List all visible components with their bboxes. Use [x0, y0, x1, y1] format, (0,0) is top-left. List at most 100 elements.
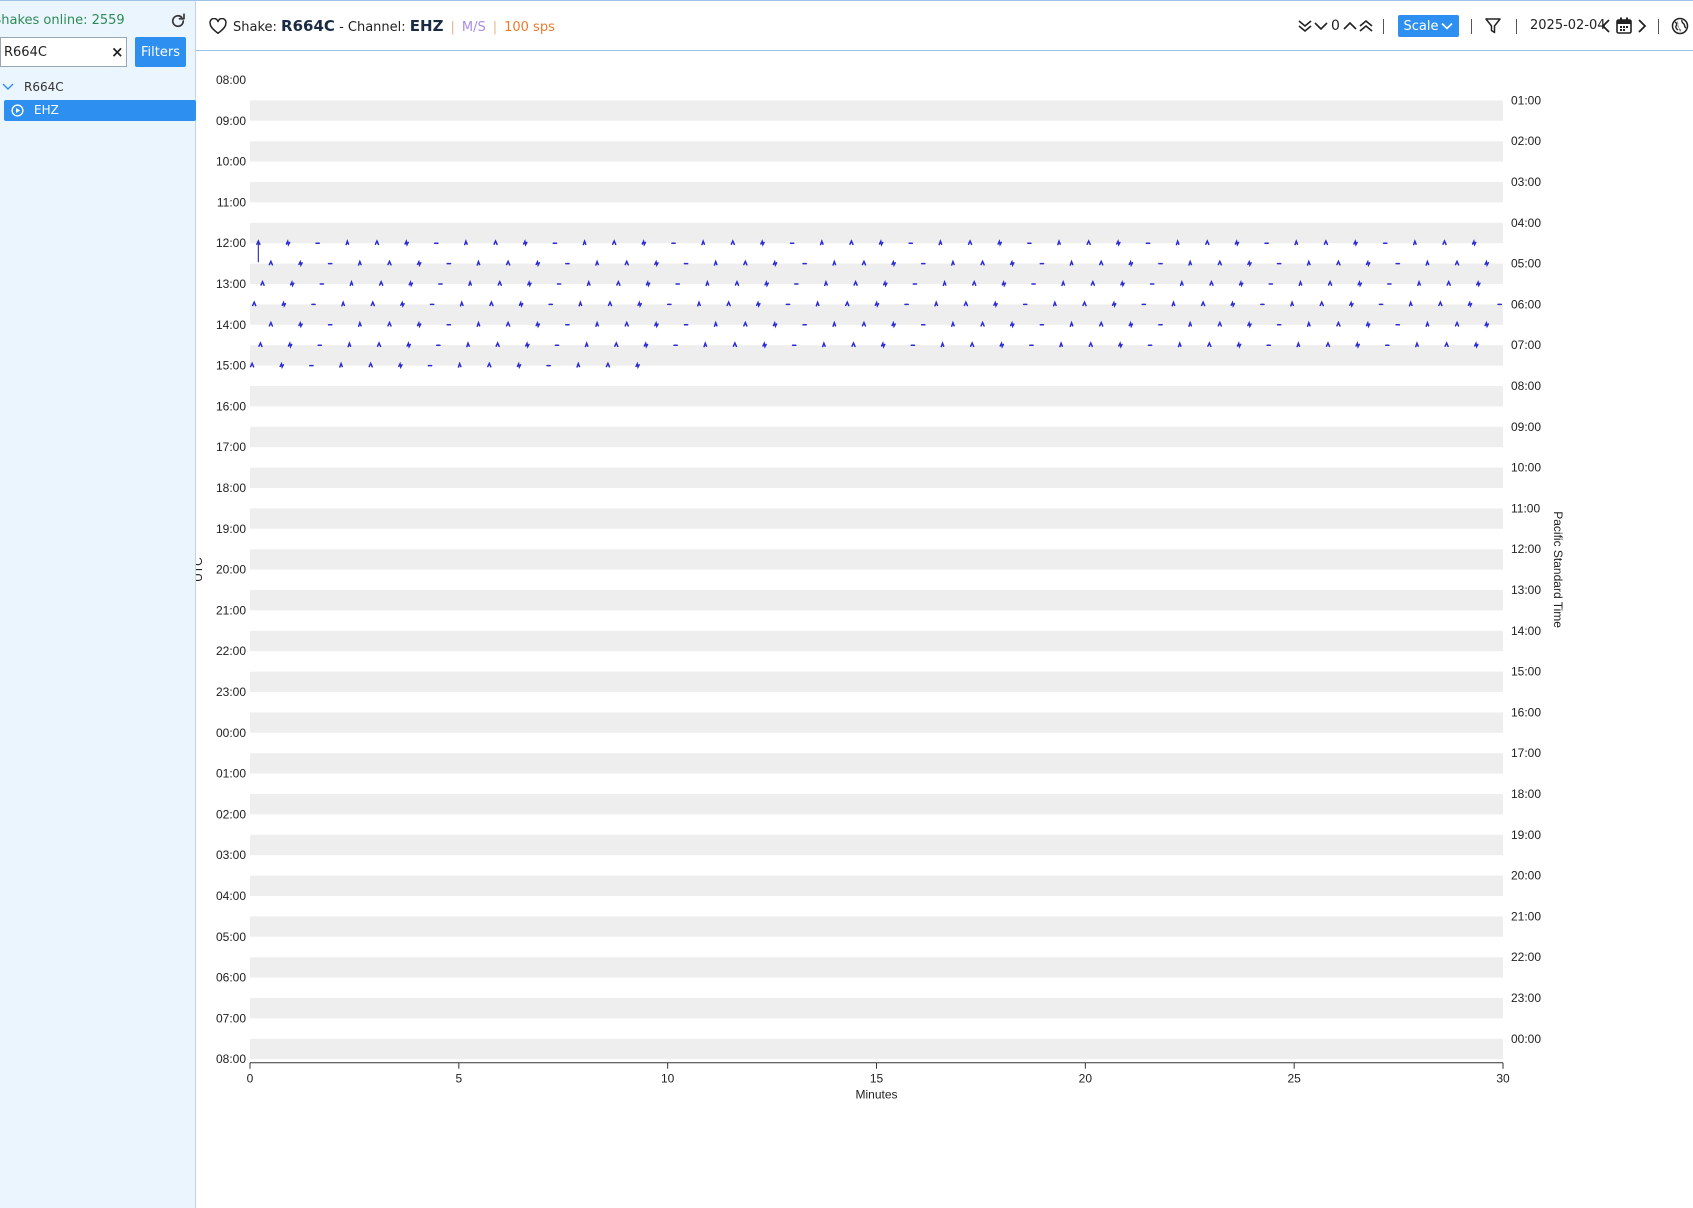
filters-button[interactable]: Filters	[135, 37, 186, 67]
trace-pulse	[345, 239, 350, 246]
row-stripe	[250, 467, 1503, 488]
trace-pulse	[1118, 341, 1123, 349]
local-tick-label: 15:00	[1511, 665, 1541, 679]
trace-pulse	[1128, 320, 1134, 329]
trace-pulse	[287, 341, 293, 349]
trace-pulse	[878, 239, 884, 247]
local-tick-label: 12:00	[1511, 542, 1541, 556]
utc-tick-label: 21:00	[216, 603, 246, 617]
row-stripe	[250, 100, 1503, 121]
shake-prefix: Shake:	[233, 20, 277, 35]
heart-icon[interactable]	[209, 18, 227, 35]
local-tick-label: 19:00	[1511, 828, 1541, 842]
utc-tick-label: 00:00	[216, 726, 246, 740]
trace-pulse	[643, 341, 649, 349]
funnel-icon[interactable]	[1484, 17, 1502, 35]
scale-label: Scale	[1403, 18, 1439, 34]
trace-pulse	[535, 259, 541, 268]
utc-tick-label: 12:00	[216, 236, 246, 250]
trace-pulse	[891, 259, 896, 268]
trace-pulse	[1425, 320, 1430, 327]
row-stripe	[250, 304, 1503, 325]
trace-pulse	[1412, 239, 1417, 246]
chevron-right-icon[interactable]	[1636, 18, 1648, 34]
local-tick-label: 02:00	[1511, 134, 1541, 148]
x-tick-label: 30	[1496, 1072, 1510, 1086]
local-tick-label: 04:00	[1511, 216, 1541, 230]
trace-pulse	[1484, 320, 1490, 329]
trace-pulse	[874, 300, 880, 308]
tree-station-label: R664C	[24, 80, 64, 94]
row-stripe	[250, 263, 1503, 284]
double-chevron-up-icon[interactable]	[1358, 18, 1374, 34]
helicorder-plot: 08:00 09:00 10:00 11:00 12:00 13:00 14:00 15:00…	[196, 52, 1693, 1208]
trace-pulse	[999, 341, 1005, 349]
local-time-axis: 01:00 02:00 03:00 04:00 05:00 06:00 07:00 08:00…	[1511, 93, 1541, 1045]
trace-pulse	[1357, 279, 1363, 288]
tree-item-channel[interactable]: EHZ	[4, 100, 196, 121]
trace-pulse	[1057, 239, 1061, 246]
utc-tick-label: 03:00	[216, 848, 246, 862]
utc-tick-label: 13:00	[216, 277, 246, 291]
scale-dropdown[interactable]: Scale	[1398, 15, 1459, 37]
trace-pulse	[349, 279, 354, 287]
trace-pulse	[938, 239, 943, 246]
refresh-icon[interactable]	[169, 12, 187, 30]
trace-pulse	[516, 361, 522, 370]
trace-pulse	[1365, 259, 1371, 268]
globe-icon[interactable]	[1671, 17, 1689, 35]
helicorder-chart[interactable]: 08:00 09:00 10:00 11:00 12:00 13:00 14:00 15:00…	[196, 52, 1693, 1208]
station-search-input[interactable]	[4, 42, 104, 62]
amplitude-level: 0	[1331, 18, 1340, 34]
trace-pulse	[535, 320, 541, 329]
double-chevron-down-icon[interactable]	[1297, 18, 1313, 34]
utc-tick-label: 08:00	[216, 73, 246, 87]
row-stripe	[250, 426, 1503, 448]
chevron-down-icon[interactable]	[2, 81, 14, 93]
trace-pulse	[1128, 259, 1134, 268]
trace-pulse	[1298, 279, 1303, 287]
tree-item-station[interactable]: R664C	[0, 79, 190, 97]
shakes-online-count: Shakes online: 2559	[0, 13, 125, 28]
row-stripe	[250, 671, 1503, 692]
trace-pulse	[582, 239, 587, 246]
chevron-down-icon[interactable]	[1313, 18, 1329, 34]
row-stripe	[250, 875, 1503, 896]
trace-pulse	[404, 239, 409, 247]
utc-tick-label: 06:00	[216, 971, 246, 985]
calendar-icon[interactable]	[1616, 17, 1632, 34]
x-tick-label: 10	[661, 1072, 675, 1086]
local-axis-title: Pacific Standard Time	[1551, 511, 1565, 628]
chevron-up-icon[interactable]	[1342, 18, 1358, 34]
minutes-axis-title: Minutes	[855, 1088, 897, 1102]
trace-pulse	[942, 279, 947, 287]
trace-pulse	[1294, 239, 1299, 246]
trace-pulse	[950, 320, 955, 327]
trace-pulse	[654, 320, 659, 329]
tree-channel-label: EHZ	[34, 103, 59, 117]
x-tick-label: 5	[455, 1072, 462, 1086]
trace-pulse	[298, 259, 303, 268]
trace-pulse	[832, 320, 837, 327]
local-tick-label: 22:00	[1511, 950, 1541, 964]
local-tick-label: 11:00	[1511, 501, 1540, 515]
trace-pulse	[1353, 239, 1358, 247]
trace-pulse	[457, 361, 462, 368]
trace-pulse	[279, 361, 285, 370]
utc-tick-label: 20:00	[216, 563, 246, 577]
row-stripe	[250, 222, 1503, 244]
utc-tick-label: 16:00	[216, 399, 246, 413]
local-tick-label: 17:00	[1511, 746, 1541, 760]
trace-pulse	[1111, 300, 1117, 308]
close-icon[interactable]: ×	[111, 43, 124, 61]
trace-pulse	[880, 341, 886, 349]
date-display[interactable]: 2025-02-04	[1530, 18, 1606, 33]
units-label: M/S	[461, 20, 486, 35]
toolbar-divider	[1383, 19, 1384, 34]
row-stripe	[250, 712, 1503, 733]
local-tick-label: 03:00	[1511, 175, 1541, 189]
local-tick-label: 07:00	[1511, 338, 1541, 352]
row-stripes	[250, 100, 1503, 1060]
chevron-left-icon[interactable]	[1600, 18, 1612, 34]
trace-pulse	[1484, 259, 1490, 268]
